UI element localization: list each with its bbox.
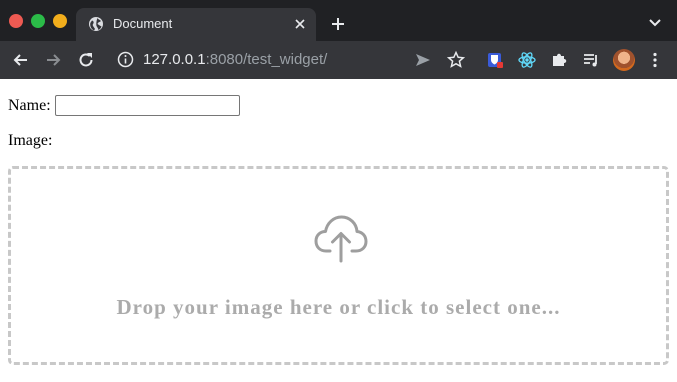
dropzone-text: Drop your image here or click to select … xyxy=(116,295,561,319)
window-maximize-button[interactable] xyxy=(53,14,67,28)
image-dropzone[interactable]: Drop your image here or click to select … xyxy=(8,166,669,365)
address-bar[interactable]: 127.0.0.1:8080/test_widget/ xyxy=(143,51,327,68)
back-arrow-icon[interactable] xyxy=(11,50,31,70)
puzzle-icon[interactable] xyxy=(549,50,569,70)
send-icon[interactable] xyxy=(413,50,433,70)
shield-extension-icon[interactable] xyxy=(485,50,505,70)
url-path: :8080/test_widget/ xyxy=(205,51,328,68)
window-minimize-button[interactable] xyxy=(31,14,45,28)
close-icon[interactable] xyxy=(292,16,308,32)
media-queue-icon[interactable] xyxy=(581,50,601,70)
tab-title: Document xyxy=(113,16,173,31)
forward-arrow-icon[interactable] xyxy=(43,50,63,70)
image-label: Image: xyxy=(8,132,53,149)
profile-avatar[interactable] xyxy=(613,49,635,71)
star-icon[interactable] xyxy=(446,50,466,70)
name-input[interactable] xyxy=(54,95,240,116)
reload-icon[interactable] xyxy=(76,50,96,70)
page-content: Name: Image: Drop your image here or cli… xyxy=(0,79,677,382)
info-icon[interactable] xyxy=(117,51,134,68)
window-close-button[interactable] xyxy=(9,14,23,28)
globe-icon xyxy=(89,17,103,31)
chevron-down-icon[interactable] xyxy=(646,16,664,30)
new-tab-icon[interactable] xyxy=(329,15,347,33)
react-devtools-icon[interactable] xyxy=(517,50,537,70)
browser-toolbar: 127.0.0.1:8080/test_widget/ xyxy=(0,41,677,79)
cloud-upload-icon xyxy=(314,215,368,263)
url-host: 127.0.0.1 xyxy=(143,51,206,68)
name-row: Name: xyxy=(8,95,240,116)
name-label: Name: xyxy=(8,96,51,114)
tab-strip: Document xyxy=(0,0,677,41)
kebab-menu-icon[interactable] xyxy=(645,50,665,70)
browser-tab[interactable]: Document xyxy=(76,8,316,41)
